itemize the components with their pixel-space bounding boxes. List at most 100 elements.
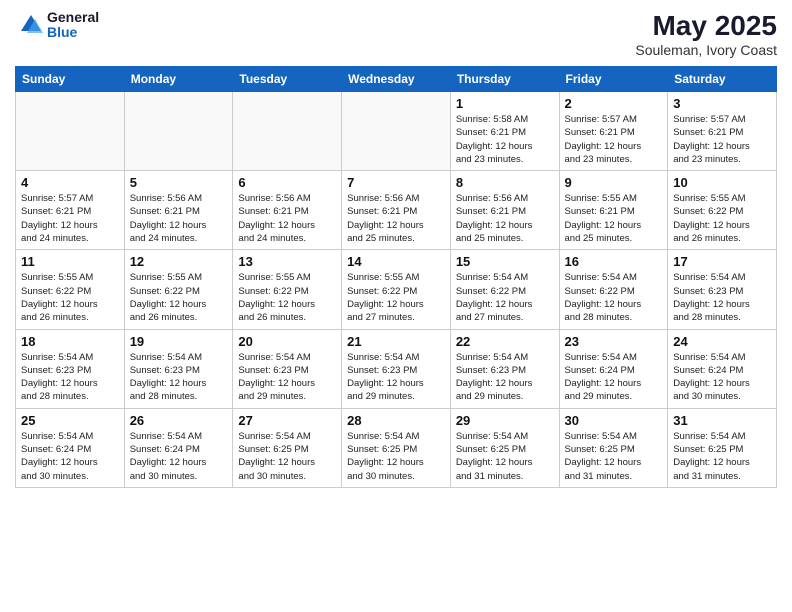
day-detail: Sunrise: 5:55 AM Sunset: 6:22 PM Dayligh… <box>130 271 228 324</box>
calendar-cell: 8 Sunrise: 5:56 AM Sunset: 6:21 PM Daylig… <box>450 171 559 250</box>
calendar-cell: 9 Sunrise: 5:55 AM Sunset: 6:21 PM Daylig… <box>559 171 668 250</box>
calendar-cell: 3Sunrise: 5:57 AM Sunset: 6:21 PM Daylig… <box>668 92 777 171</box>
day-detail: Sunrise: 5:54 AM Sunset: 6:25 PM Dayligh… <box>456 430 554 483</box>
day-detail: Sunrise: 5:54 AM Sunset: 6:23 PM Dayligh… <box>673 271 771 324</box>
day-detail: Sunrise: 5:54 AM Sunset: 6:23 PM Dayligh… <box>347 351 445 404</box>
calendar-cell: 7 Sunrise: 5:56 AM Sunset: 6:21 PM Daylig… <box>342 171 451 250</box>
day-number: 24 <box>673 334 771 349</box>
day-number: 10 <box>673 175 771 190</box>
day-detail: Sunrise: 5:56 AM Sunset: 6:21 PM Dayligh… <box>238 192 336 245</box>
day-number: 17 <box>673 254 771 269</box>
day-detail: Sunrise: 5:56 AM Sunset: 6:21 PM Dayligh… <box>456 192 554 245</box>
calendar-cell: 23 Sunrise: 5:54 AM Sunset: 6:24 PM Dayli… <box>559 329 668 408</box>
day-detail: Sunrise: 5:55 AM Sunset: 6:22 PM Dayligh… <box>238 271 336 324</box>
logo-blue: Blue <box>47 25 99 40</box>
calendar-cell: 4 Sunrise: 5:57 AM Sunset: 6:21 PM Daylig… <box>16 171 125 250</box>
day-detail: Sunrise: 5:54 AM Sunset: 6:24 PM Dayligh… <box>673 351 771 404</box>
calendar-week-3: 11 Sunrise: 5:55 AM Sunset: 6:22 PM Dayli… <box>16 250 777 329</box>
day-detail: Sunrise: 5:56 AM Sunset: 6:21 PM Dayligh… <box>130 192 228 245</box>
day-number: 4 <box>21 175 119 190</box>
calendar-cell: 12 Sunrise: 5:55 AM Sunset: 6:22 PM Dayli… <box>124 250 233 329</box>
location: Souleman, Ivory Coast <box>635 42 777 58</box>
calendar-week-1: 1 Sunrise: 5:58 AM Sunset: 6:21 PM Daylig… <box>16 92 777 171</box>
calendar-cell <box>124 92 233 171</box>
calendar-header-friday: Friday <box>559 67 668 92</box>
day-detail: Sunrise: 5:55 AM Sunset: 6:21 PM Dayligh… <box>565 192 663 245</box>
calendar-header-wednesday: Wednesday <box>342 67 451 92</box>
day-number: 5 <box>130 175 228 190</box>
day-detail: Sunrise: 5:54 AM Sunset: 6:24 PM Dayligh… <box>130 430 228 483</box>
day-number: 23 <box>565 334 663 349</box>
day-detail: Sunrise: 5:54 AM Sunset: 6:25 PM Dayligh… <box>673 430 771 483</box>
calendar-cell: 31 Sunrise: 5:54 AM Sunset: 6:25 PM Dayli… <box>668 408 777 487</box>
calendar-cell: 16Sunrise: 5:54 AM Sunset: 6:22 PM Dayli… <box>559 250 668 329</box>
logo-text: General Blue <box>47 10 99 41</box>
day-number: 18 <box>21 334 119 349</box>
calendar-cell: 15 Sunrise: 5:54 AM Sunset: 6:22 PM Dayli… <box>450 250 559 329</box>
day-detail: Sunrise: 5:54 AM Sunset: 6:23 PM Dayligh… <box>238 351 336 404</box>
day-number: 8 <box>456 175 554 190</box>
day-number: 13 <box>238 254 336 269</box>
day-number: 6 <box>238 175 336 190</box>
day-number: 15 <box>456 254 554 269</box>
calendar-cell: 25 Sunrise: 5:54 AM Sunset: 6:24 PM Dayli… <box>16 408 125 487</box>
logo-general: General <box>47 10 99 25</box>
calendar-cell: 22 Sunrise: 5:54 AM Sunset: 6:23 PM Dayli… <box>450 329 559 408</box>
day-number: 26 <box>130 413 228 428</box>
calendar-cell <box>16 92 125 171</box>
day-detail: Sunrise: 5:54 AM Sunset: 6:25 PM Dayligh… <box>565 430 663 483</box>
calendar-cell: 1 Sunrise: 5:58 AM Sunset: 6:21 PM Daylig… <box>450 92 559 171</box>
day-number: 2 <box>565 96 663 111</box>
calendar-cell: 11Sunrise: 5:55 AM Sunset: 6:22 PM Dayli… <box>16 250 125 329</box>
day-number: 14 <box>347 254 445 269</box>
calendar-cell: 13 Sunrise: 5:55 AM Sunset: 6:22 PM Dayli… <box>233 250 342 329</box>
day-number: 7 <box>347 175 445 190</box>
calendar-cell: 24 Sunrise: 5:54 AM Sunset: 6:24 PM Dayli… <box>668 329 777 408</box>
calendar-cell <box>233 92 342 171</box>
day-number: 25 <box>21 413 119 428</box>
header: General Blue May 2025 Souleman, Ivory Co… <box>15 10 777 58</box>
day-detail: Sunrise: 5:54 AM Sunset: 6:22 PM Dayligh… <box>456 271 554 324</box>
calendar-cell: 26 Sunrise: 5:54 AM Sunset: 6:24 PM Dayli… <box>124 408 233 487</box>
day-detail: Sunrise: 5:54 AM Sunset: 6:25 PM Dayligh… <box>347 430 445 483</box>
calendar-cell: 17 Sunrise: 5:54 AM Sunset: 6:23 PM Dayli… <box>668 250 777 329</box>
day-detail: Sunrise: 5:54 AM Sunset: 6:23 PM Dayligh… <box>456 351 554 404</box>
day-number: 21 <box>347 334 445 349</box>
calendar-cell: 5 Sunrise: 5:56 AM Sunset: 6:21 PM Daylig… <box>124 171 233 250</box>
calendar-cell: 19Sunrise: 5:54 AM Sunset: 6:23 PM Dayli… <box>124 329 233 408</box>
day-detail: Sunrise: 5:55 AM Sunset: 6:22 PM Dayligh… <box>347 271 445 324</box>
day-number: 31 <box>673 413 771 428</box>
day-number: 9 <box>565 175 663 190</box>
day-detail: Sunrise: 5:56 AM Sunset: 6:21 PM Dayligh… <box>347 192 445 245</box>
calendar-cell: 6 Sunrise: 5:56 AM Sunset: 6:21 PM Daylig… <box>233 171 342 250</box>
calendar: SundayMondayTuesdayWednesdayThursdayFrid… <box>15 66 777 488</box>
day-detail: Sunrise: 5:54 AM Sunset: 6:25 PM Dayligh… <box>238 430 336 483</box>
day-number: 30 <box>565 413 663 428</box>
calendar-header-tuesday: Tuesday <box>233 67 342 92</box>
day-number: 29 <box>456 413 554 428</box>
calendar-cell: 27 Sunrise: 5:54 AM Sunset: 6:25 PM Dayli… <box>233 408 342 487</box>
day-number: 28 <box>347 413 445 428</box>
day-number: 1 <box>456 96 554 111</box>
day-number: 22 <box>456 334 554 349</box>
day-number: 20 <box>238 334 336 349</box>
calendar-header-thursday: Thursday <box>450 67 559 92</box>
day-detail: Sunrise: 5:54 AM Sunset: 6:24 PM Dayligh… <box>21 430 119 483</box>
logo: General Blue <box>15 10 99 41</box>
day-number: 12 <box>130 254 228 269</box>
calendar-header-monday: Monday <box>124 67 233 92</box>
day-number: 11 <box>21 254 119 269</box>
calendar-header-saturday: Saturday <box>668 67 777 92</box>
day-detail: Sunrise: 5:58 AM Sunset: 6:21 PM Dayligh… <box>456 113 554 166</box>
calendar-header-sunday: Sunday <box>16 67 125 92</box>
day-detail: Sunrise: 5:57 AM Sunset: 6:21 PM Dayligh… <box>21 192 119 245</box>
calendar-cell: 20 Sunrise: 5:54 AM Sunset: 6:23 PM Dayli… <box>233 329 342 408</box>
day-detail: Sunrise: 5:55 AM Sunset: 6:22 PM Dayligh… <box>673 192 771 245</box>
day-detail: Sunrise: 5:54 AM Sunset: 6:24 PM Dayligh… <box>565 351 663 404</box>
calendar-cell <box>342 92 451 171</box>
day-number: 3 <box>673 96 771 111</box>
calendar-cell: 14 Sunrise: 5:55 AM Sunset: 6:22 PM Dayli… <box>342 250 451 329</box>
calendar-week-4: 18 Sunrise: 5:54 AM Sunset: 6:23 PM Dayli… <box>16 329 777 408</box>
day-number: 27 <box>238 413 336 428</box>
day-detail: Sunrise: 5:54 AM Sunset: 6:23 PM Dayligh… <box>130 351 228 404</box>
